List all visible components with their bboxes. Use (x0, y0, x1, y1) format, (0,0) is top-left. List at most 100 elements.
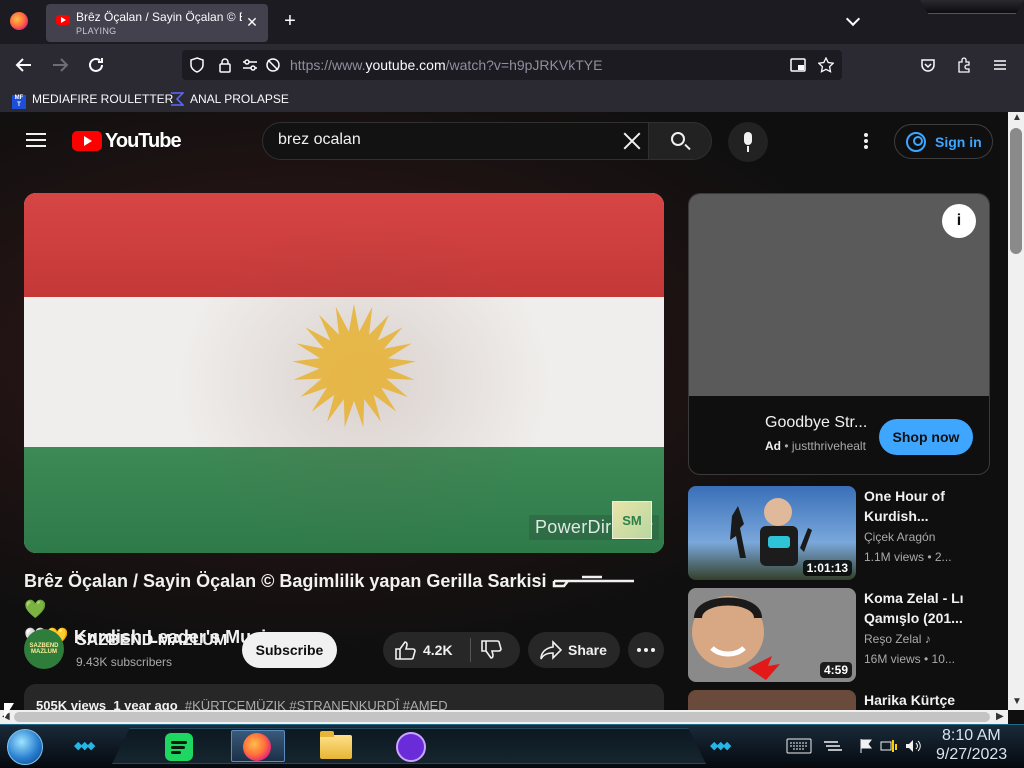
rifle-glyph-icon (552, 575, 634, 588)
subscribe-button[interactable]: Subscribe (242, 632, 337, 668)
recommended-video[interactable]: 4:59 Koma Zelal - Lı Qamışlo (201... Reşo… (688, 588, 1008, 682)
green-heart-emoji: 💚 (24, 599, 47, 619)
picture-in-picture-icon[interactable] (790, 57, 806, 73)
autoplay-blocked-icon[interactable] (265, 57, 281, 73)
back-arrow-icon (15, 58, 31, 72)
ad-badge: Ad (765, 439, 781, 453)
bookmark-star-icon[interactable] (817, 56, 835, 73)
volume-icon[interactable] (904, 738, 922, 757)
file-explorer-icon[interactable] (320, 731, 352, 759)
keyboard-icon[interactable] (786, 738, 812, 757)
clock-date[interactable]: 9/27/2023 (936, 746, 1007, 764)
sign-in-button[interactable]: Sign in (894, 124, 993, 159)
bookmark-anal-prolapse[interactable]: ANAL PROLAPSE (170, 91, 289, 107)
account-icon (906, 132, 926, 152)
scroll-up-arrow-icon[interactable]: ▲ (1012, 112, 1022, 123)
extensions-icon[interactable] (956, 57, 972, 73)
podcast-app-icon[interactable] (396, 732, 426, 762)
app-menu-icon[interactable] (992, 57, 1008, 73)
clock-time[interactable]: 8:10 AM (942, 727, 1001, 745)
clear-search-icon[interactable] (620, 129, 644, 153)
video-thumbnail[interactable] (688, 690, 856, 710)
youtube-play-icon (72, 131, 102, 151)
reload-button[interactable] (84, 53, 108, 77)
ad-info-icon[interactable]: i (942, 204, 976, 238)
video-title[interactable]: Harika Kürtçe (864, 690, 994, 710)
permissions-icon[interactable] (242, 57, 258, 73)
mf-icon: MF T (12, 95, 26, 109)
sign-in-label: Sign in (935, 134, 982, 150)
tab-title: Brêz Öçalan / Sayin Öçalan © B (76, 10, 242, 24)
mouse-cursor (4, 703, 14, 719)
channel-name[interactable]: SAZBEND MAZLUM (76, 632, 227, 650)
tab-close-icon[interactable]: ✕ (244, 14, 260, 30)
back-button[interactable] (12, 53, 36, 77)
video-thumbnail[interactable]: 1:01:13 (688, 486, 856, 580)
video-title-text: Brêz Öçalan / Sayin Öçalan © Bagimlilik … (24, 571, 552, 591)
video-title[interactable]: Koma Zelal - Lı Qamışlo (201... (864, 588, 994, 628)
subscriber-count: 9.43K subscribers (76, 655, 173, 669)
ad-title[interactable]: Goodbye Str... (765, 414, 867, 432)
shop-now-button[interactable]: Shop now (879, 419, 973, 455)
video-thumbnail[interactable]: 4:59 (688, 588, 856, 682)
share-arrow-icon (540, 640, 563, 660)
video-duration: 4:59 (819, 662, 852, 678)
thumbs-up-icon (395, 641, 416, 660)
chevrons-left-icon: ◆◆◆ (74, 740, 95, 752)
thumbs-down-icon (481, 640, 502, 659)
spotify-icon[interactable] (165, 733, 193, 761)
window-decoration (920, 0, 1024, 14)
shield-icon[interactable] (189, 57, 205, 73)
forward-button[interactable] (48, 53, 72, 77)
pocket-icon[interactable] (920, 57, 936, 73)
firefox-menu-icon[interactable] (10, 12, 28, 30)
network-icon[interactable] (880, 738, 898, 757)
share-label[interactable]: Share (568, 642, 607, 658)
video-duration: 1:01:13 (802, 560, 852, 576)
new-tab-button[interactable]: + (280, 10, 300, 32)
scroll-right-arrow-icon[interactable]: ▶ (996, 711, 1004, 722)
recommended-video[interactable]: Harika Kürtçe (688, 690, 1008, 710)
desktop-peek-icon[interactable] (822, 738, 844, 757)
search-icon (671, 132, 685, 146)
video-stats: 1.1M views • 2... (864, 550, 952, 564)
more-actions-button[interactable] (628, 632, 664, 668)
bookmark-mediafire[interactable]: MF T MEDIAFIRE ROULETTER (12, 91, 173, 109)
browser-tab-active[interactable]: Brêz Öçalan / Sayin Öçalan © B PLAYING ✕ (46, 4, 268, 42)
lock-icon[interactable] (217, 57, 233, 73)
reload-icon (89, 57, 103, 72)
channel-watermark-logo[interactable]: SM (612, 501, 652, 539)
forward-arrow-icon (53, 58, 69, 72)
start-orb-icon[interactable] (7, 729, 43, 765)
chevrons-right-icon: ◆◆◆ (710, 740, 731, 752)
sigma-icon (170, 92, 185, 106)
like-button[interactable] (394, 640, 416, 660)
url-text[interactable]: https://www.youtube.com/watch?v=h9pJRKVk… (290, 57, 602, 73)
horizontal-scroll-thumb[interactable] (14, 712, 990, 722)
video-channel[interactable]: Reşo Zelal ♪ (864, 632, 931, 646)
youtube-logo-text: YouTube (105, 130, 182, 152)
search-query-text[interactable]: brez ocalan (278, 131, 361, 149)
recommended-video[interactable]: 1:01:13 One Hour of Kurdish... Çiçek Arag… (688, 486, 1008, 580)
kurdish-sun-emblem (292, 304, 416, 428)
search-button[interactable] (648, 122, 712, 160)
video-stats: 16M views • 10... (864, 652, 955, 666)
like-count[interactable]: 4.2K (423, 642, 453, 658)
vertical-scroll-thumb[interactable] (1010, 128, 1022, 254)
tab-playing-label: PLAYING (76, 26, 117, 36)
ad-advertiser: justthrivehealt (791, 439, 866, 453)
settings-kebab-icon[interactable] (862, 132, 870, 150)
list-all-tabs-icon[interactable] (844, 12, 864, 32)
video-player[interactable]: PowerDirector SM (24, 193, 664, 553)
like-divider (470, 638, 471, 662)
scroll-down-arrow-icon[interactable]: ▼ (1012, 696, 1022, 707)
firefox-icon[interactable] (243, 733, 271, 761)
action-center-flag-icon[interactable] (858, 738, 874, 757)
video-title[interactable]: One Hour of Kurdish... (864, 486, 994, 526)
voice-search-button[interactable] (728, 122, 768, 162)
video-channel[interactable]: Çiçek Aragón (864, 530, 935, 544)
channel-avatar[interactable]: SAZBEND MAZLUM (24, 629, 64, 669)
guide-menu-icon[interactable] (26, 132, 46, 148)
ad-meta: Ad • justthrivehealt (765, 439, 866, 453)
dislike-button[interactable] (480, 640, 502, 660)
